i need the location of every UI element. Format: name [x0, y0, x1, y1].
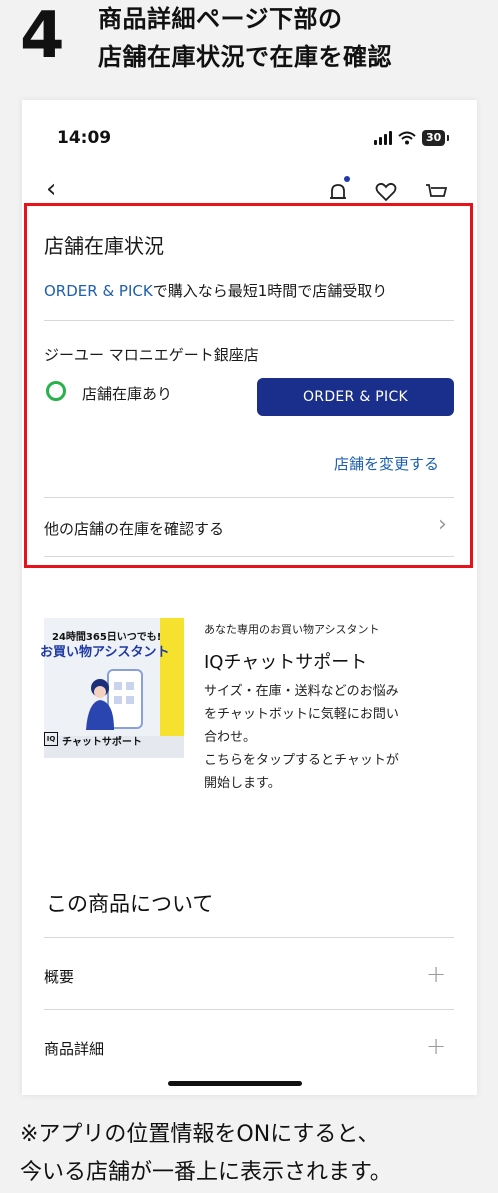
banner-heading: お買い物アシスタント: [40, 645, 170, 660]
chat-description-line: 開始します。: [204, 776, 281, 791]
bell-icon[interactable]: [326, 180, 350, 204]
assistant-illustration: [86, 669, 143, 730]
notification-dot: [344, 176, 350, 182]
banner-footer: チャットサポート: [62, 737, 142, 748]
chat-title[interactable]: IQチャットサポート: [204, 648, 367, 674]
signal-icon: [374, 131, 392, 145]
cart-icon[interactable]: [424, 180, 448, 204]
heart-icon[interactable]: [374, 180, 398, 204]
plus-icon[interactable]: +: [426, 1034, 446, 1058]
wifi-icon: [398, 131, 416, 145]
step-title-line2: 店舗在庫状況で在庫を確認: [98, 43, 392, 71]
home-indicator: [168, 1081, 302, 1086]
chat-description-line: 合わせ。: [204, 730, 257, 745]
store-name: ジーユー マロニエゲート銀座店: [44, 346, 259, 364]
store-stock-title: 店舗在庫状況: [44, 234, 164, 258]
stock-status: 店舗在庫あり: [82, 385, 173, 403]
chat-description: サイズ・在庫・送料などのお悩み をチャットボットに気軽にお問い 合わせ。 こちら…: [204, 680, 454, 795]
status-icons: 30: [374, 128, 450, 148]
footnote: ※アプリの位置情報をONにすると、 今いる店舗が一番上に表示されます。: [20, 1116, 490, 1192]
step-title-line1: 商品詳細ページ下部の: [98, 5, 343, 33]
divider: [44, 320, 454, 321]
chat-description-line: サイズ・在庫・送料などのお悩み: [204, 684, 399, 699]
order-pick-button[interactable]: ORDER & PICK: [257, 378, 454, 416]
footnote-line2: 今いる店舗が一番上に表示されます。: [20, 1160, 392, 1185]
order-pick-link[interactable]: ORDER & PICK: [44, 282, 153, 300]
chevron-left-icon[interactable]: ‹: [46, 176, 56, 202]
step-number: 4: [20, 0, 65, 73]
chat-description-line: こちらをタップするとチャットが: [204, 753, 399, 768]
in-stock-icon: [46, 381, 66, 401]
chevron-right-icon[interactable]: ›: [438, 512, 447, 537]
change-store-link[interactable]: 店舗を変更する: [334, 453, 439, 474]
other-stores-row[interactable]: 他の店舗の在庫を確認する: [44, 518, 224, 539]
order-pick-info: ORDER & PICKで購入なら最短1時間で店舗受取り: [44, 280, 387, 301]
divider: [44, 497, 454, 498]
iq-logo-icon: IQ: [44, 732, 58, 746]
divider: [44, 1009, 454, 1010]
divider: [44, 937, 454, 938]
accordion-overview[interactable]: 概要: [44, 966, 74, 987]
chat-description-line: をチャットボットに気軽にお問い: [204, 707, 399, 722]
step-title: 商品詳細ページ下部の 店舗在庫状況で在庫を確認: [98, 0, 488, 76]
footnote-line1: ※アプリの位置情報をONにすると、: [20, 1122, 380, 1147]
battery-icon: 30: [422, 130, 450, 146]
status-time: 14:09: [57, 128, 112, 148]
chat-label: あなた専用のお買い物アシスタント: [204, 623, 380, 636]
accordion-details[interactable]: 商品詳細: [44, 1038, 104, 1059]
plus-icon[interactable]: +: [426, 962, 446, 986]
divider: [44, 556, 454, 557]
order-pick-text: で購入なら最短1時間で店舗受取り: [152, 282, 388, 300]
phone-screen: 14:09 30 ‹ 店舗在庫状況 ORDER & PICKで購入なら最短1時間…: [22, 100, 477, 1095]
about-title: この商品について: [46, 892, 214, 916]
